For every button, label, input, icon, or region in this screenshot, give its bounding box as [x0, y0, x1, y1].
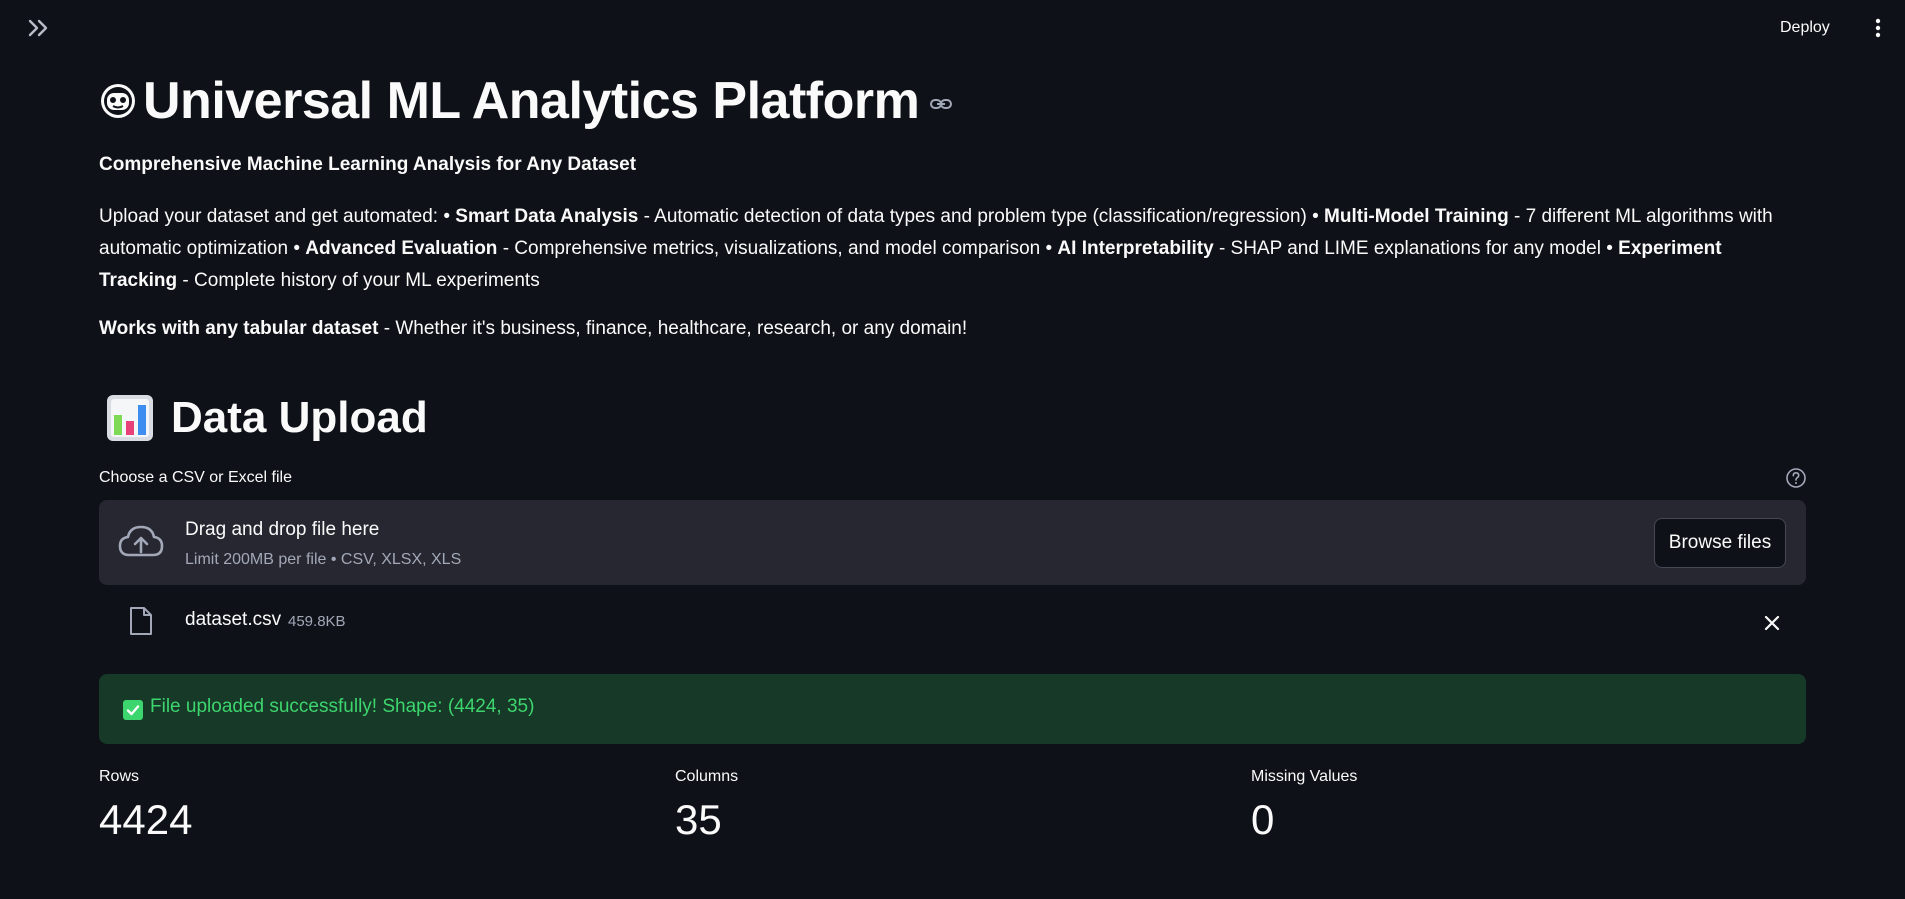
feature-smart-data-analysis: Smart Data Analysis — [455, 206, 639, 227]
double-chevron-right-icon[interactable] — [26, 16, 52, 40]
dropzone-title: Drag and drop file here — [185, 519, 380, 540]
works-note: Works with any tabular dataset - Whether… — [99, 318, 967, 340]
link-icon[interactable] — [929, 92, 953, 116]
file-uploader-label: Choose a CSV or Excel file — [99, 469, 292, 486]
page-subtitle: Comprehensive Machine Learning Analysis … — [99, 154, 637, 175]
cloud-upload-icon — [118, 525, 164, 557]
section-title: Data Upload — [171, 393, 428, 442]
metric-rows: Rows 4424 — [99, 768, 192, 844]
top-bar: Deploy — [0, 0, 1905, 56]
success-message: File uploaded successfully! Shape: (4424… — [150, 696, 535, 717]
metric-label: Missing Values — [1251, 768, 1358, 785]
desc-f4-text: - SHAP and LIME explanations for any mod… — [1213, 238, 1619, 259]
deploy-button[interactable]: Deploy — [1780, 14, 1830, 42]
metric-value: 35 — [675, 796, 722, 843]
desc-intro: Upload your dataset and get automated: • — [99, 206, 456, 227]
kebab-menu-icon[interactable] — [1868, 16, 1888, 40]
metric-columns: Columns 35 — [675, 768, 738, 844]
desc-f5-text: - Complete history of your ML experiment… — [177, 270, 540, 291]
page-title: Universal ML Analytics Platform — [99, 66, 1299, 136]
file-icon — [130, 607, 152, 635]
title-text: Universal ML Analytics Platform — [143, 72, 920, 130]
close-icon[interactable] — [1761, 612, 1783, 634]
feature-description: Upload your dataset and get automated: •… — [99, 201, 1799, 297]
robot-face-icon — [101, 84, 135, 118]
bar-chart-icon — [107, 395, 153, 441]
metric-label: Rows — [99, 768, 140, 785]
works-rest: - Whether it's business, finance, health… — [378, 318, 968, 339]
metric-value: 0 — [1251, 796, 1275, 843]
dropzone-limit: Limit 200MB per file • CSV, XLSX, XLS — [185, 551, 462, 568]
feature-advanced-evaluation: Advanced Evaluation — [305, 238, 498, 259]
section-header-data-upload: Data Upload — [99, 390, 428, 446]
metric-missing-values: Missing Values 0 — [1251, 768, 1357, 844]
file-dropzone[interactable]: Drag and drop file here Limit 200MB per … — [99, 500, 1806, 585]
success-alert: File uploaded successfully! Shape: (4424… — [99, 674, 1806, 744]
help-circle-icon[interactable] — [1785, 467, 1807, 489]
check-box-icon — [123, 700, 143, 720]
uploaded-file-item: dataset.csv 459.8KB — [99, 592, 1806, 652]
feature-ai-interpretability: AI Interpretability — [1057, 238, 1214, 259]
desc-f3-text: - Comprehensive metrics, visualizations,… — [497, 238, 1058, 259]
browse-files-button[interactable]: Browse files — [1654, 518, 1786, 568]
metric-label: Columns — [675, 768, 739, 785]
file-name: dataset.csv — [185, 609, 282, 630]
desc-f1-text: - Automatic detection of data types and … — [638, 206, 1325, 227]
works-bold: Works with any tabular dataset — [99, 318, 379, 339]
file-size: 459.8KB — [288, 613, 346, 630]
feature-multi-model-training: Multi-Model Training — [1324, 206, 1509, 227]
metric-value: 4424 — [99, 796, 193, 843]
